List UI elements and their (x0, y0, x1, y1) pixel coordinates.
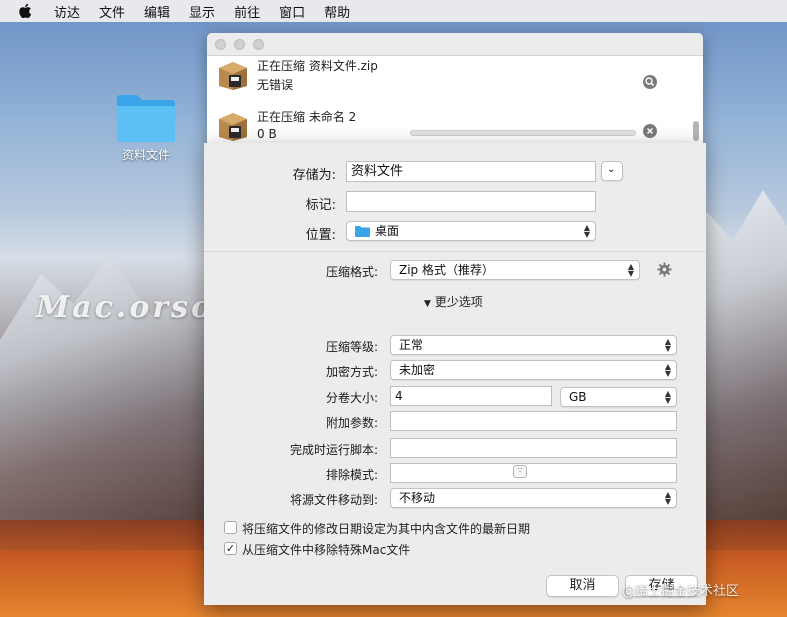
checkmark-icon: ✓ (225, 542, 236, 555)
remove-mac-files-checkbox[interactable]: ✓ (224, 542, 237, 555)
menu-help[interactable]: 帮助 (324, 2, 350, 21)
archive-box-icon (219, 113, 247, 141)
updown-arrows-icon: ▲ ▼ (627, 262, 634, 278)
menu-go[interactable]: 前往 (234, 2, 260, 21)
chevron-down-icon: ⌄ (607, 164, 616, 175)
format-popup[interactable]: Zip 格式（推荐） ▲ ▼ (390, 260, 640, 280)
menu-bar: 访达 文件 编辑 显示 前往 窗口 帮助 (0, 0, 787, 22)
move-source-popup[interactable]: 不移动 ▲ ▼ (390, 488, 677, 508)
desktop-folder[interactable]: 资料文件 (110, 92, 182, 163)
params-label: 附加参数: (325, 416, 378, 430)
exclude-label: 排除模式: (325, 468, 378, 482)
compression-job: 正在压缩 资料文件.zip 无错误 (207, 57, 687, 101)
desktop-folder-label: 资料文件 (121, 148, 170, 162)
folder-icon (117, 95, 175, 142)
params-field[interactable] (390, 411, 677, 431)
level-label: 压缩等级: (325, 340, 378, 354)
job-progress-bar (410, 130, 636, 136)
save-as-label: 存储为: (292, 168, 336, 183)
format-label: 压缩格式: (325, 265, 378, 279)
split-size-label: 分卷大小: (325, 391, 378, 405)
updown-arrows-icon: ▲ ▼ (664, 389, 671, 405)
job-status: 0 B (257, 127, 277, 141)
divider (204, 251, 706, 252)
level-value: 正常 (399, 338, 424, 352)
expand-browser-button[interactable]: ⌄ (601, 161, 623, 181)
move-source-value: 不移动 (399, 491, 436, 505)
job-name: 正在压缩 未命名 2 (257, 110, 357, 124)
updown-arrows-icon: ▲ ▼ (664, 337, 671, 353)
tags-field[interactable] (346, 191, 596, 212)
location-popup[interactable]: 桌面 ▲ ▼ (346, 221, 596, 241)
script-label: 完成时运行脚本: (289, 443, 378, 457)
more-options-label: 更少选项 (434, 295, 483, 309)
save-archive-sheet: 存储为: 资料文件 ⌄ 标记: 位置: 桌面 ▲ ▼ 压缩格式: Zip 格式（推… (204, 143, 706, 605)
scrollbar-thumb[interactable] (693, 121, 699, 141)
cancel-button[interactable]: 取消 (546, 575, 619, 597)
window-zoom-button[interactable] (253, 39, 264, 50)
format-value: Zip 格式（推荐） (399, 263, 494, 277)
compression-level-popup[interactable]: 正常 ▲ ▼ (390, 335, 677, 355)
remove-mac-files-label: 从压缩文件中移除特殊Mac文件 (242, 543, 411, 557)
menu-view[interactable]: 显示 (189, 2, 215, 21)
menu-finder[interactable]: 访达 (54, 2, 80, 21)
split-unit-value: GB (569, 390, 587, 404)
exclude-field[interactable] (390, 463, 677, 483)
script-field[interactable] (390, 438, 677, 458)
save-as-field[interactable]: 资料文件 (346, 161, 596, 182)
job-name: 正在压缩 资料文件.zip (257, 59, 378, 73)
encrypt-label: 加密方式: (325, 365, 378, 379)
updown-arrows-icon: ▲ ▼ (583, 223, 590, 239)
menu-file[interactable]: 文件 (99, 2, 125, 21)
folder-icon (355, 226, 370, 237)
job-status: 无错误 (257, 78, 294, 92)
menu-window[interactable]: 窗口 (279, 2, 305, 21)
tags-label: 标记: (305, 198, 336, 213)
close-icon[interactable] (643, 124, 657, 138)
window-titlebar (207, 33, 703, 56)
menu-edit[interactable]: 编辑 (144, 2, 170, 21)
update-date-checkbox[interactable] (224, 521, 237, 534)
updown-arrows-icon: ▲ ▼ (664, 490, 671, 506)
encryption-popup[interactable]: 未加密 ▲ ▼ (390, 360, 677, 380)
split-size-field[interactable]: 4 (390, 386, 552, 406)
move-source-label: 将源文件移动到: (289, 493, 378, 507)
apple-icon[interactable] (18, 3, 32, 19)
window-close-button[interactable] (215, 39, 226, 50)
compression-progress-window: 正在压缩 资料文件.zip 无错误 正在压缩 未命名 2 0 B (207, 33, 703, 145)
field-resize-handle-icon[interactable]: ∵ (513, 465, 527, 478)
encrypt-value: 未加密 (399, 363, 436, 377)
updown-arrows-icon: ▲ ▼ (664, 362, 671, 378)
gear-icon[interactable] (657, 262, 672, 277)
split-unit-popup[interactable]: GB ▲ ▼ (560, 387, 677, 407)
credit-watermark: @稀土掘金技术社区 (622, 584, 740, 599)
magnifier-icon[interactable] (643, 75, 657, 89)
more-options-toggle[interactable]: ▼ 更少选项 (424, 293, 483, 310)
disclosure-triangle-icon: ▼ (424, 299, 431, 309)
update-date-label: 将压缩文件的修改日期设定为其中内含文件的最新日期 (242, 522, 531, 536)
window-minimize-button[interactable] (234, 39, 245, 50)
archive-box-icon (219, 62, 247, 90)
location-value: 桌面 (375, 224, 400, 238)
location-label: 位置: (305, 228, 336, 243)
